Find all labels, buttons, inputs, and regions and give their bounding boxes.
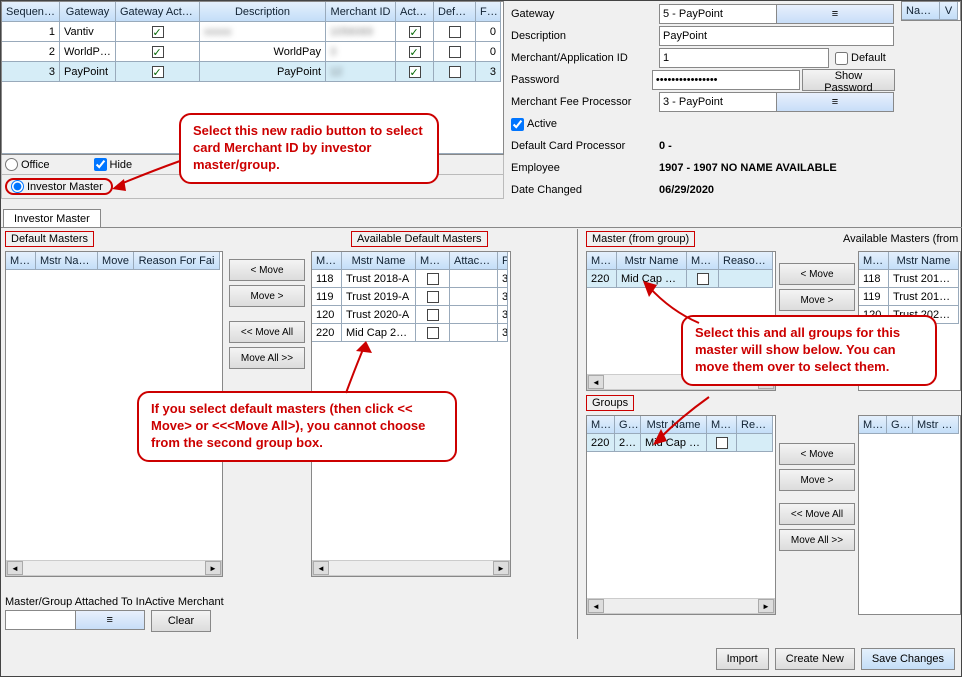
col-description[interactable]: Description <box>200 2 326 22</box>
date-changed-value: 06/29/2020 <box>659 184 895 196</box>
date-changed-label: Date Changed <box>509 184 659 196</box>
callout-arrow-icon <box>651 397 721 447</box>
groups-label: Groups <box>586 395 634 411</box>
col-default[interactable]: Default <box>434 2 476 22</box>
description-input[interactable] <box>659 26 894 46</box>
gateway-grid-header: Sequence Gateway Gateway Active Descript… <box>2 2 503 22</box>
avail-groups-grid[interactable]: Mstr Grp Mstr Nam <box>858 415 961 615</box>
move-left-button[interactable]: < Move <box>779 263 855 285</box>
move-right-button[interactable]: Move > <box>779 469 855 491</box>
dropdown-icon[interactable]: ≡ <box>75 611 145 629</box>
col-gateway[interactable]: Gateway <box>60 2 116 22</box>
gateway-row-selected[interactable]: 3 PayPoint PayPoint 12 3 <box>2 62 503 82</box>
table-row[interactable]: 119Trust 2019-A3 <box>312 288 510 306</box>
col-active[interactable]: Active <box>396 2 434 22</box>
description-label: Description <box>509 30 659 42</box>
table-row[interactable]: 120Trust 2020-A3 <box>312 306 510 324</box>
gateway-row[interactable]: 1 Vantiv xxxxx 1056069 0 <box>2 22 503 42</box>
clear-button[interactable]: Clear <box>151 610 211 632</box>
scrollbar-horizontal[interactable]: ◄► <box>312 560 510 576</box>
dcp-label: Default Card Processor <box>509 140 659 152</box>
checkbox-icon[interactable] <box>409 66 421 78</box>
employee-value: 1907 - 1907 NO NAME AVAILABLE <box>659 162 895 174</box>
show-password-button[interactable]: Show Password <box>802 69 895 91</box>
avail-default-masters-label: Available Default Masters <box>351 231 488 247</box>
avail-masters-label: Available Masters (from <box>843 233 958 245</box>
table-row[interactable]: 118Trust 2018-A3 <box>312 270 510 288</box>
dropdown-icon[interactable]: ≡ <box>776 5 893 23</box>
move-left-button[interactable]: < Move <box>779 443 855 465</box>
checkbox-icon[interactable] <box>152 66 164 78</box>
import-button[interactable]: Import <box>716 648 769 670</box>
master-from-group-label: Master (from group) <box>586 231 695 247</box>
tab-investor-master[interactable]: Investor Master <box>3 209 101 227</box>
col-merchant-id[interactable]: Merchant ID <box>326 2 396 22</box>
move-right-button[interactable]: Move > <box>779 289 855 311</box>
gateway-row[interactable]: 2 WorldPay WorldPay 3 0 <box>2 42 503 62</box>
checkbox-icon[interactable] <box>449 66 461 78</box>
callout-1: Select this new radio button to select c… <box>179 113 439 184</box>
move-all-right-button[interactable]: Move All >> <box>229 347 305 369</box>
checkbox-icon[interactable] <box>409 26 421 38</box>
table-row[interactable]: 119Trust 2019-A <box>859 288 960 306</box>
default-checkbox[interactable]: Default <box>835 52 886 65</box>
mfp-combo[interactable]: 3 - PayPoint≡ <box>659 92 894 112</box>
password-label: Password <box>509 74 652 86</box>
callout-arrow-icon <box>641 281 711 331</box>
checkbox-icon[interactable] <box>427 309 439 321</box>
callout-arrow-icon <box>112 161 182 201</box>
checkbox-icon[interactable] <box>152 26 164 38</box>
gateway-combo[interactable]: 5 - PayPoint≡ <box>659 4 894 24</box>
save-changes-button[interactable]: Save Changes <box>861 648 955 670</box>
move-all-right-button[interactable]: Move All >> <box>779 529 855 551</box>
merchant-id-label: Merchant/Application ID <box>509 52 659 64</box>
checkbox-icon[interactable] <box>449 46 461 58</box>
employee-label: Employee <box>509 162 659 174</box>
far-right-grid[interactable]: NameV <box>901 1 961 21</box>
checkbox-icon[interactable] <box>427 273 439 285</box>
attach-label: Master/Group Attached To InActive Mercha… <box>5 596 224 608</box>
move-all-left-button[interactable]: << Move All <box>779 503 855 525</box>
dropdown-icon[interactable]: ≡ <box>776 93 893 111</box>
move-left-button[interactable]: < Move <box>229 259 305 281</box>
scroll-right-icon: ► <box>205 561 221 575</box>
scrollbar-horizontal[interactable]: ◄► <box>587 598 775 614</box>
dcp-value: 0 - <box>659 140 895 152</box>
investor-master-radio[interactable]: Investor Master <box>5 178 113 195</box>
move-right-button[interactable]: Move > <box>229 285 305 307</box>
checkbox-icon[interactable] <box>427 327 439 339</box>
callout-3: Select this and all groups for this mast… <box>681 315 937 386</box>
col-gateway-active[interactable]: Gateway Active <box>116 2 200 22</box>
callout-2: If you select default masters (then clic… <box>137 391 457 462</box>
checkbox-icon[interactable] <box>449 26 461 38</box>
divider <box>577 229 578 639</box>
merchant-id-input[interactable] <box>659 48 829 68</box>
password-input[interactable] <box>652 70 800 90</box>
checkbox-icon[interactable] <box>409 46 421 58</box>
callout-arrow-icon <box>336 341 386 395</box>
default-masters-label: Default Masters <box>5 231 94 247</box>
active-checkbox[interactable]: Active <box>511 118 557 131</box>
mfp-label: Merchant Fee Processor <box>509 96 659 108</box>
attach-combo[interactable]: ≡ <box>5 610 145 630</box>
table-row[interactable]: 220Mid Cap 20203 <box>312 324 510 342</box>
scroll-left-icon: ◄ <box>7 561 23 575</box>
table-row[interactable]: 118Trust 2018-A <box>859 270 960 288</box>
checkbox-icon[interactable] <box>427 291 439 303</box>
create-new-button[interactable]: Create New <box>775 648 855 670</box>
checkbox-icon[interactable] <box>152 46 164 58</box>
col-sequence[interactable]: Sequence <box>2 2 60 22</box>
col-fee[interactable]: Fee <box>476 2 501 22</box>
scrollbar-horizontal[interactable]: ◄► <box>6 560 222 576</box>
move-all-left-button[interactable]: << Move All <box>229 321 305 343</box>
office-radio[interactable]: Office <box>5 158 50 171</box>
gateway-label: Gateway <box>509 8 659 20</box>
